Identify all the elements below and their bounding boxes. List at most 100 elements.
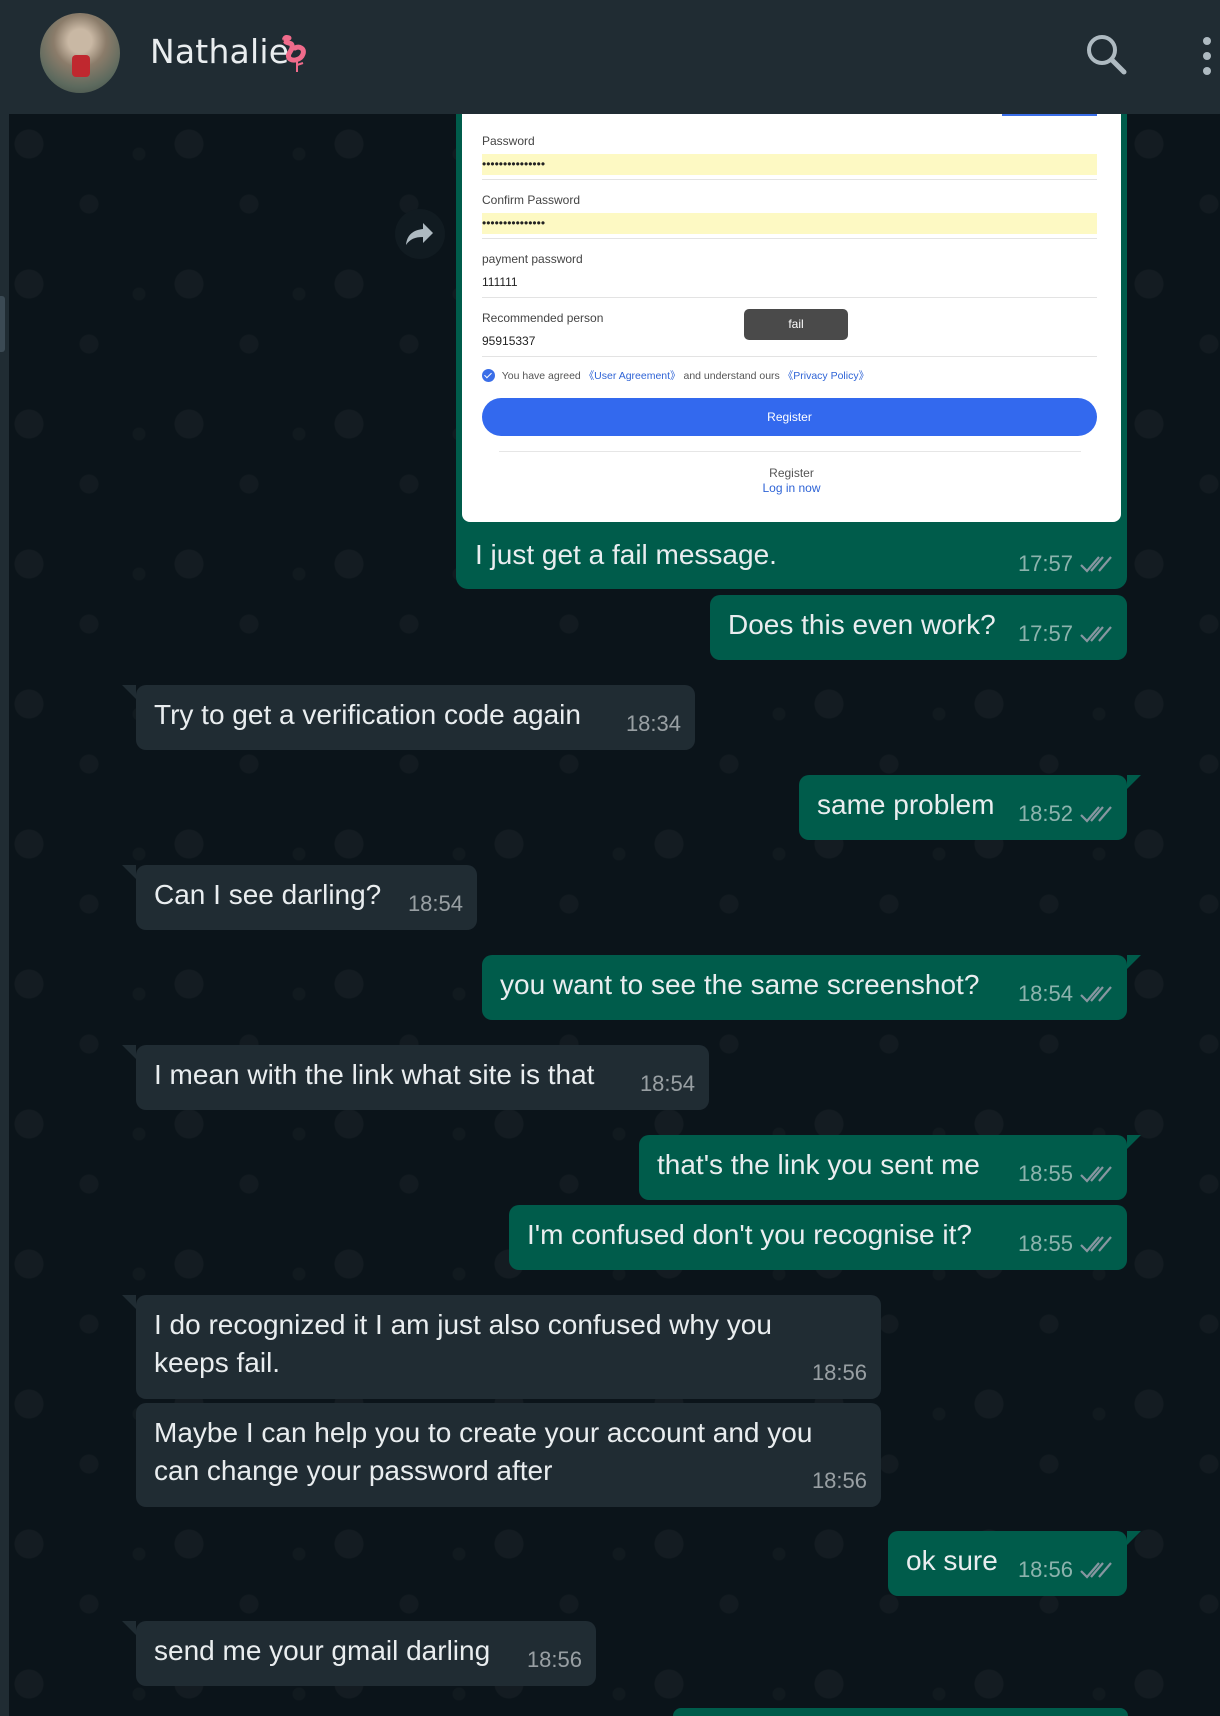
message-time: 18:54: [639, 1071, 695, 1096]
password-value: •••••••••••••••: [482, 154, 1097, 175]
message-text: I mean with the link what site is that: [154, 1059, 595, 1090]
message-bubble-incoming[interactable]: Maybe I can help you to create your acco…: [136, 1403, 881, 1507]
avatar[interactable]: [40, 13, 120, 93]
message-time: 18:56: [1017, 1557, 1073, 1582]
message-bubble-outgoing-partial[interactable]: [673, 1708, 1128, 1716]
left-panel-edge: [0, 0, 9, 1716]
message-bubble-outgoing[interactable]: that's the link you sent me 18:55: [639, 1135, 1141, 1200]
search-icon[interactable]: [1084, 32, 1128, 76]
message-bubble-outgoing[interactable]: you want to see the same screenshot? 18:…: [482, 955, 1141, 1020]
message-bubble-incoming[interactable]: Can I see darling? 18:54: [122, 865, 477, 930]
contact-name[interactable]: Nathalie: [150, 32, 289, 71]
bubble-tail: [122, 1295, 136, 1309]
message-meta: 17:57: [1018, 547, 1113, 581]
message-meta: 18:54: [640, 1067, 695, 1101]
double-check-icon: [1080, 1562, 1112, 1579]
panel-resize-handle[interactable]: [0, 296, 5, 352]
message-bubble-incoming[interactable]: Try to get a verification code again 18:…: [122, 685, 695, 750]
double-check-icon: [1080, 626, 1112, 643]
message-text: Maybe I can help you to create your acco…: [154, 1417, 813, 1486]
chat-header: Nathalie: [9, 0, 1220, 114]
password-label: Password: [482, 134, 535, 148]
message-meta: 17:57: [1018, 617, 1113, 651]
message-text: you want to see the same screenshot?: [500, 969, 980, 1000]
message-meta: 18:34: [626, 707, 681, 741]
message-text: I just get a fail message.: [475, 539, 777, 570]
divider: [482, 179, 1097, 180]
double-check-icon: [1080, 986, 1112, 1003]
message-text: ok sure: [906, 1545, 998, 1576]
more-vertical-icon[interactable]: [1199, 35, 1215, 77]
message-bubble-outgoing[interactable]: ok sure 18:56: [888, 1531, 1141, 1596]
bubble-tail: [1127, 775, 1141, 789]
forward-icon: [406, 223, 433, 245]
message-meta: 18:56: [812, 1464, 867, 1498]
message-time: 18:56: [811, 1468, 867, 1493]
message-time: 18:55: [1017, 1231, 1073, 1256]
message-time: 18:54: [407, 891, 463, 916]
message-meta: 18:56: [812, 1356, 867, 1390]
bubble-tail: [1127, 955, 1141, 969]
message-time: 18:52: [1017, 801, 1073, 826]
payment-password-label: payment password: [482, 252, 583, 266]
double-check-icon: [1080, 1236, 1112, 1253]
message-text: I do recognized it I am just also confus…: [154, 1309, 772, 1378]
message-text: Can I see darling?: [154, 879, 382, 910]
attached-screenshot[interactable]: Password ••••••••••••••• Confirm Passwor…: [462, 114, 1121, 522]
agree-prefix: You have agreed: [501, 370, 581, 382]
message-meta: 18:56: [527, 1643, 582, 1677]
bubble-tail: [1127, 1531, 1141, 1545]
agreement-row: You have agreed 《User Agreement》 and und…: [482, 368, 869, 383]
payment-password-value: 111111: [482, 275, 518, 289]
confirm-password-label: Confirm Password: [482, 193, 581, 207]
flamingo-icon: [280, 35, 306, 72]
checkbox-checked-icon: [482, 369, 495, 382]
message-text: I'm confused don't you recognise it?: [527, 1219, 972, 1250]
message-time: 18:55: [1017, 1161, 1073, 1186]
message-meta: 18:52: [1018, 797, 1113, 831]
message-bubble-incoming[interactable]: I do recognized it I am just also confus…: [122, 1295, 881, 1399]
message-time: 18:34: [625, 711, 681, 736]
message-text: send me your gmail darling: [154, 1635, 491, 1666]
privacy-policy-link: 《Privacy Policy》: [782, 370, 870, 382]
message-bubble-outgoing[interactable]: Does this even work? 17:57: [710, 595, 1127, 660]
double-check-icon: [1080, 556, 1112, 573]
bubble-tail: [1127, 1135, 1141, 1149]
message-bubble-outgoing[interactable]: same problem 18:52: [799, 775, 1141, 840]
message-bubble-outgoing[interactable]: I'm confused don't you recognise it? 18:…: [509, 1205, 1127, 1270]
recommended-person-label: Recommended person: [482, 311, 604, 325]
image-message[interactable]: Password ••••••••••••••• Confirm Passwor…: [456, 114, 1127, 589]
agree-middle: and understand ours: [683, 370, 780, 382]
register-text: Register: [769, 466, 814, 480]
bubble-tail: [122, 685, 136, 699]
message-meta: 18:54: [408, 887, 463, 921]
message-text: Try to get a verification code again: [154, 699, 581, 730]
divider: [482, 238, 1097, 239]
message-text: Does this even work?: [728, 609, 996, 640]
register-button: Register: [482, 398, 1097, 436]
message-time: 18:54: [1017, 981, 1073, 1006]
message-time: 17:57: [1017, 621, 1073, 646]
screenshot-top-accent: [1002, 114, 1097, 116]
bubble-tail: [122, 1621, 136, 1635]
bubble-tail: [122, 865, 136, 879]
user-agreement-link: 《User Agreement》: [583, 370, 681, 382]
login-link: Log in now: [762, 481, 821, 495]
forward-button[interactable]: [395, 209, 445, 259]
confirm-password-value: •••••••••••••••: [482, 213, 1097, 234]
divider: [482, 356, 1097, 357]
message-bubble-incoming[interactable]: send me your gmail darling 18:56: [122, 1621, 596, 1686]
message-time: 17:57: [1017, 551, 1073, 576]
double-check-icon: [1080, 1166, 1112, 1183]
message-meta: 18:54: [1018, 977, 1113, 1011]
double-check-icon: [1080, 806, 1112, 823]
divider: [482, 297, 1097, 298]
fail-toast: fail: [744, 309, 848, 340]
message-time: 18:56: [526, 1647, 582, 1672]
divider: [499, 451, 1081, 452]
message-meta: 18:55: [1018, 1157, 1113, 1191]
message-bubble-incoming[interactable]: I mean with the link what site is that 1…: [122, 1045, 709, 1110]
message-text: that's the link you sent me: [657, 1149, 980, 1180]
message-meta: 18:56: [1018, 1553, 1113, 1587]
message-meta: 18:55: [1018, 1227, 1113, 1261]
